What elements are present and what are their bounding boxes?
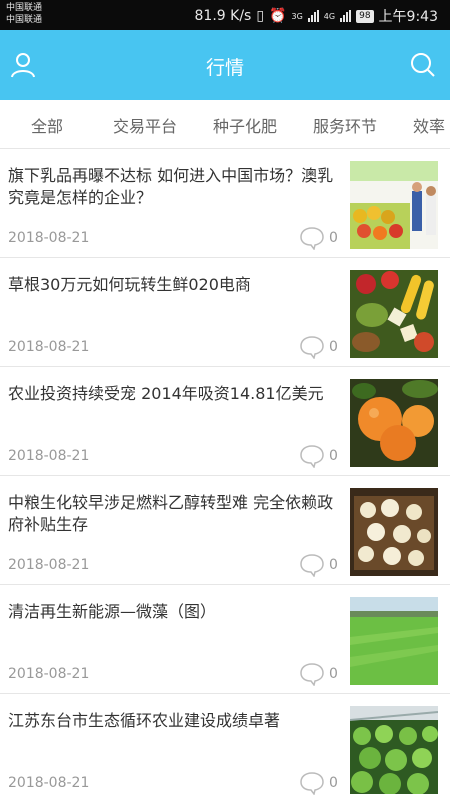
- clock: 上午9:43: [378, 9, 438, 25]
- article-date: 2018-08-21: [8, 230, 90, 246]
- article-title[interactable]: 农业投资持续受宠 2014年吸资14.81亿美元: [8, 383, 336, 405]
- comment-count[interactable]: 0: [299, 662, 338, 686]
- network-speed: 81.9 K/s: [194, 8, 252, 24]
- fresh-produce-photo[interactable]: [350, 270, 438, 358]
- tab-efficiency[interactable]: 效率: [413, 113, 445, 137]
- signal-bars-icon: [307, 10, 319, 22]
- comment-icon: [300, 336, 324, 359]
- comment-count[interactable]: 0: [299, 226, 338, 250]
- app-header: 行情: [0, 30, 450, 100]
- signal-3g: 3G: [291, 11, 303, 21]
- article-title[interactable]: 江苏东台市生态循环农业建设成绩卓著: [8, 710, 336, 732]
- carrier-info: 中国联通 中国联通: [6, 2, 42, 26]
- category-tabs: 全部 交易平台 种子化肥 服务环节 效率: [0, 100, 450, 148]
- list-item[interactable]: 农业投资持续受宠 2014年吸资14.81亿美元 2018-08-21 0: [0, 366, 450, 475]
- list-item[interactable]: 草根30万元如何玩转生鲜020电商 2018-08-21 0: [0, 257, 450, 366]
- article-date: 2018-08-21: [8, 339, 90, 355]
- signal-4g: 4G: [323, 11, 336, 21]
- comment-icon: [300, 663, 324, 686]
- page-title: 行情: [205, 57, 244, 79]
- article-date: 2018-08-21: [8, 557, 90, 573]
- article-title[interactable]: 旗下乳品再曝不达标 如何进入中国市场？澳乳究竟是怎样的企业？: [8, 165, 336, 209]
- carrier-1: 中国联通: [6, 3, 43, 13]
- carrier-2: 中国联通: [6, 15, 43, 25]
- alarm-icon: ⏰: [269, 8, 287, 24]
- greenhouse-lettuce-photo[interactable]: [350, 706, 438, 794]
- signal-bars-icon-2: [340, 10, 352, 22]
- oranges-photo[interactable]: [350, 379, 438, 467]
- tab-seeds-fertilizer[interactable]: 种子化肥: [213, 113, 277, 137]
- article-date: 2018-08-21: [8, 448, 90, 464]
- tab-all[interactable]: 全部: [31, 113, 63, 137]
- comment-count[interactable]: 0: [299, 335, 338, 359]
- article-title[interactable]: 清洁再生新能源—微藻（图）: [8, 601, 336, 623]
- green-field-photo[interactable]: [350, 597, 438, 685]
- article-date: 2018-08-21: [8, 775, 90, 791]
- list-item[interactable]: 江苏东台市生态循环农业建设成绩卓著 2018-08-21 0: [0, 693, 450, 802]
- list-item[interactable]: 中粮生化较早涉足燃料乙醇转型难 完全依赖政府补贴生存 2018-08-21 0: [0, 475, 450, 584]
- list-item[interactable]: 清洁再生新能源—微藻（图） 2018-08-21 0: [0, 584, 450, 693]
- comment-count[interactable]: 0: [299, 771, 338, 795]
- fruit-market-photo[interactable]: [350, 161, 438, 249]
- comment-count[interactable]: 0: [299, 553, 338, 577]
- comment-icon: [300, 227, 324, 250]
- article-date: 2018-08-21: [8, 666, 90, 682]
- list-item[interactable]: 旗下乳品再曝不达标 如何进入中国市场？澳乳究竟是怎样的企业？ 2018-08-2…: [0, 148, 450, 257]
- article-title[interactable]: 中粮生化较早涉足燃料乙醇转型难 完全依赖政府补贴生存: [8, 492, 336, 536]
- comment-icon: [300, 445, 324, 468]
- tab-service[interactable]: 服务环节: [313, 113, 377, 137]
- battery-icon: 98: [356, 9, 374, 23]
- search-icon[interactable]: [409, 51, 437, 79]
- tab-trading-platform[interactable]: 交易平台: [113, 113, 177, 137]
- vibrate-icon: ▯: [256, 8, 265, 24]
- mushroom-crate-photo[interactable]: [350, 488, 438, 576]
- article-title[interactable]: 草根30万元如何玩转生鲜020电商: [8, 274, 336, 296]
- comment-icon: [300, 554, 324, 577]
- status-indicators: 81.9 K/s ▯ ⏰ 3G 4G 98 上午9:43: [195, 6, 438, 26]
- comment-icon: [300, 772, 324, 795]
- status-bar: 中国联通 中国联通 81.9 K/s ▯ ⏰ 3G 4G 98 上午9:43: [0, 0, 450, 30]
- comment-count[interactable]: 0: [299, 444, 338, 468]
